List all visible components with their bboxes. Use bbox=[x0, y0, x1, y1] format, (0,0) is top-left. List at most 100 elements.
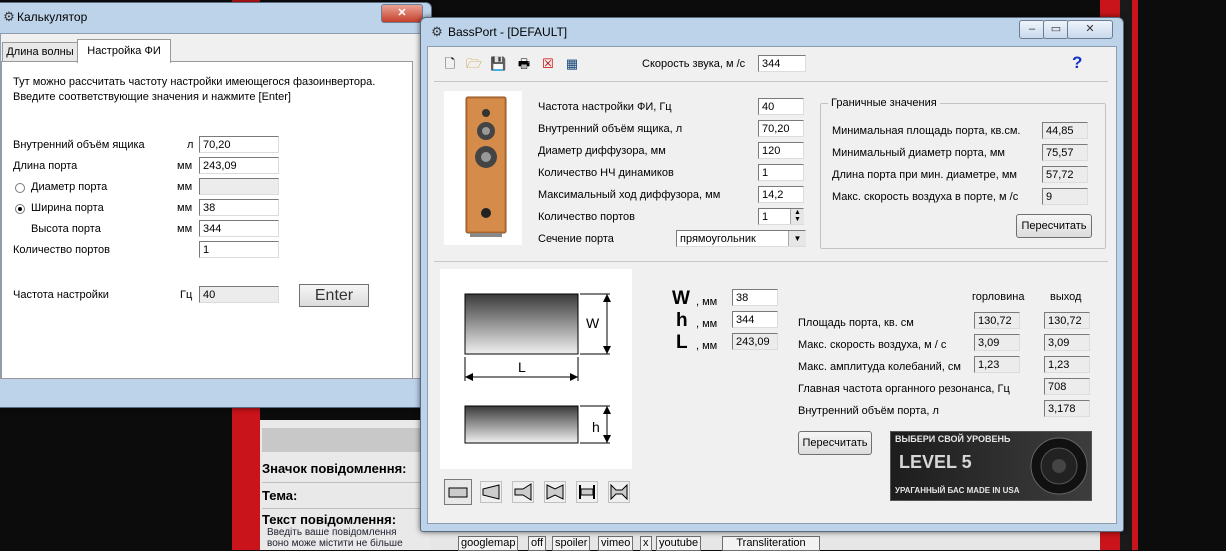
param-driver-count-input[interactable]: 1 bbox=[758, 164, 804, 181]
calculator-icon[interactable]: ▦ bbox=[564, 56, 580, 72]
dim-h-letter: h bbox=[676, 310, 688, 331]
diagram-w-label: W bbox=[586, 315, 600, 331]
port-count-spinner[interactable]: ▲ ▼ bbox=[790, 209, 804, 224]
port-shape-double-horn-icon[interactable] bbox=[608, 481, 630, 503]
port-length-unit: мм bbox=[177, 160, 193, 172]
limit-min-diameter-label: Минимальный диаметр порта, мм bbox=[832, 147, 1005, 159]
dim-l-output: 243,09 bbox=[732, 333, 778, 350]
port-length-input[interactable]: 243,09 bbox=[199, 157, 279, 174]
limit-max-speed-label: Макс. скорость воздуха в порте, м /с bbox=[832, 191, 1019, 203]
help-icon[interactable]: ? bbox=[1072, 53, 1082, 73]
save-icon[interactable]: 💾 bbox=[490, 56, 506, 72]
forum-divider bbox=[262, 482, 428, 483]
result-amplitude-throat: 1,23 bbox=[974, 356, 1020, 373]
port-shape-flanged-icon[interactable] bbox=[576, 481, 598, 503]
limit-min-area-value: 44,85 bbox=[1042, 122, 1088, 139]
maximize-button[interactable]: ▭ bbox=[1043, 20, 1069, 39]
port-width-label: Ширина порта bbox=[31, 202, 104, 214]
forum-label-subject: Тема: bbox=[262, 488, 298, 503]
tag-off-button[interactable]: off bbox=[528, 536, 547, 551]
result-port-volume-exit: 3,178 bbox=[1044, 400, 1090, 417]
port-shape-flare-icon[interactable] bbox=[480, 481, 502, 503]
limit-min-area-label: Минимальная площадь порта, кв.см. bbox=[832, 125, 1021, 137]
port-height-input[interactable]: 344 bbox=[199, 220, 279, 237]
forum-hint-2: воно може містити не більше bbox=[267, 538, 403, 549]
limit-port-length-label: Длина порта при мин. диаметре, мм bbox=[832, 169, 1017, 181]
port-section-select[interactable]: прямоугольник bbox=[676, 230, 806, 247]
limit-port-length-value: 57,72 bbox=[1042, 166, 1088, 183]
port-length-label: Длина порта bbox=[13, 160, 78, 172]
port-diameter-unit: мм bbox=[177, 181, 193, 193]
tab-wavelength[interactable]: Длина волны bbox=[2, 42, 78, 62]
forum-divider-2 bbox=[262, 508, 428, 509]
calculator-client: Длина волны Настройка ФИ Тут можно рассч… bbox=[0, 33, 422, 379]
speaker-image bbox=[444, 91, 522, 245]
calculator-title: Калькулятор bbox=[17, 10, 88, 24]
forum-hint-1: Введіть ваше повідомлення bbox=[267, 527, 397, 538]
tuning-freq-label: Частота настройки bbox=[13, 289, 109, 301]
param-tuning-input[interactable]: 40 bbox=[758, 98, 804, 115]
new-file-icon[interactable]: 🗋 bbox=[442, 56, 458, 72]
limit-min-diameter-value: 75,57 bbox=[1042, 144, 1088, 161]
box-volume-input[interactable]: 70,20 bbox=[199, 136, 279, 153]
subwoofer-icon bbox=[1030, 437, 1088, 495]
minimize-button[interactable]: – bbox=[1019, 20, 1045, 39]
dim-w-unit: , мм bbox=[696, 296, 718, 308]
chevron-down-icon[interactable]: ▼ bbox=[788, 231, 806, 246]
limits-title: Граничные значения bbox=[828, 97, 940, 109]
calculator-close-button[interactable]: ✕ bbox=[381, 4, 423, 23]
port-diameter-label: Диаметр порта bbox=[31, 181, 108, 193]
result-resonance-exit: 708 bbox=[1044, 378, 1090, 395]
result-area-throat: 130,72 bbox=[974, 312, 1020, 329]
transliteration-button[interactable]: Transliteration bbox=[722, 536, 820, 551]
param-cone-diameter-label: Диаметр диффузора, мм bbox=[538, 145, 666, 157]
port-shape-rect-icon[interactable] bbox=[444, 479, 472, 505]
tag-x-button[interactable]: x bbox=[640, 536, 652, 551]
result-area-label: Площадь порта, кв. см bbox=[798, 317, 914, 329]
recalc-limits-button[interactable]: Пересчитать bbox=[1016, 214, 1092, 238]
port-count-input[interactable]: 1 bbox=[199, 241, 279, 258]
delete-icon[interactable]: ☒ bbox=[540, 56, 556, 72]
recalc-port-button[interactable]: Пересчитать bbox=[798, 431, 872, 455]
bassport-title: BassPort - [DEFAULT] bbox=[448, 25, 568, 39]
port-count-label: Количество портов bbox=[13, 244, 110, 256]
ad-line-3: УРАГАННЫЙ БАС MADE IN USA bbox=[895, 486, 1020, 495]
port-diagram bbox=[440, 269, 632, 469]
dim-l-letter: L bbox=[676, 332, 688, 353]
param-cone-diameter-input[interactable]: 120 bbox=[758, 142, 804, 159]
tuning-freq-unit: Гц bbox=[180, 289, 193, 301]
tab-port-tuning[interactable]: Настройка ФИ bbox=[77, 39, 171, 63]
ad-line-2: LEVEL 5 bbox=[899, 452, 972, 472]
param-driver-count-label: Количество НЧ динамиков bbox=[538, 167, 674, 179]
tag-vimeo-button[interactable]: vimeo bbox=[598, 536, 634, 551]
port-diameter-radio[interactable] bbox=[15, 183, 25, 193]
port-height-label: Высота порта bbox=[31, 223, 101, 235]
sound-speed-input[interactable]: 344 bbox=[758, 55, 806, 72]
port-width-input[interactable]: 38 bbox=[199, 199, 279, 216]
param-xmax-input[interactable]: 14,2 bbox=[758, 186, 804, 203]
ad-banner[interactable]: ВЫБЕРИ СВОЙ УРОВЕНЬ LEVEL 5 УРАГАННЫЙ БА… bbox=[890, 431, 1092, 501]
dim-h-input[interactable]: 344 bbox=[732, 311, 778, 328]
result-port-volume-label: Внутренний объём порта, л bbox=[798, 405, 939, 417]
close-button[interactable]: ✕ bbox=[1067, 20, 1113, 39]
tag-spoiler-button[interactable]: spoiler bbox=[552, 536, 591, 551]
param-volume-input[interactable]: 70,20 bbox=[758, 120, 804, 137]
result-speed-label: Макс. скорость воздуха, м / с bbox=[798, 339, 947, 351]
port-shape-horn-icon[interactable] bbox=[512, 481, 534, 503]
ad-line-1: ВЫБЕРИ СВОЙ УРОВЕНЬ bbox=[895, 434, 1011, 444]
forum-header-bar bbox=[262, 428, 428, 452]
port-diameter-input[interactable] bbox=[199, 178, 279, 195]
result-speed-exit: 3,09 bbox=[1044, 334, 1090, 351]
result-resonance-label: Главная частота органного резонанса, Гц bbox=[798, 383, 1010, 395]
tag-googlemap-button[interactable]: googlemap bbox=[458, 536, 519, 551]
port-shape-double-flare-icon[interactable] bbox=[544, 481, 566, 503]
port-width-radio[interactable] bbox=[15, 204, 25, 214]
dim-w-input[interactable]: 38 bbox=[732, 289, 778, 306]
tag-youtube-button[interactable]: youtube bbox=[656, 536, 702, 551]
enter-button[interactable]: Enter bbox=[299, 284, 369, 307]
app-icon: ⚙ bbox=[3, 9, 15, 24]
sound-speed-label: Скорость звука, м /с bbox=[642, 58, 746, 70]
col-exit-header: выход bbox=[1050, 291, 1082, 303]
open-folder-icon[interactable]: 🗁 bbox=[466, 56, 482, 72]
print-icon[interactable]: 🖶 bbox=[516, 56, 532, 72]
